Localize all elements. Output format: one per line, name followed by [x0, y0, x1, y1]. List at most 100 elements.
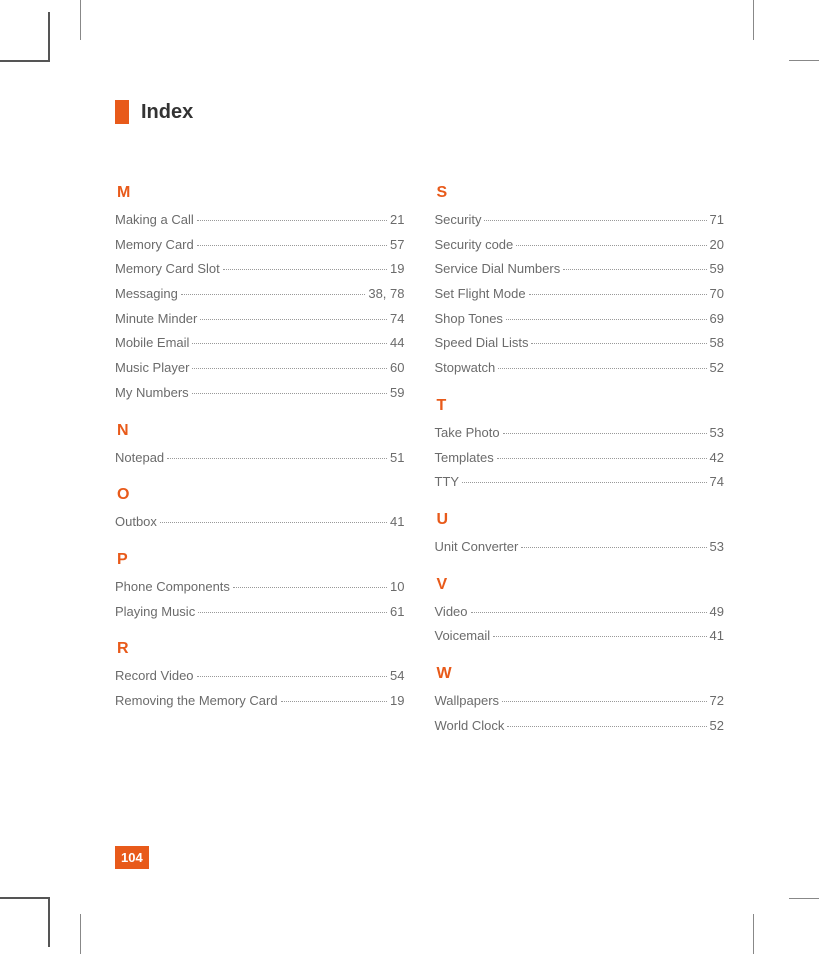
- index-entry-label: Speed Dial Lists: [435, 331, 529, 356]
- index-entry: Stopwatch52: [435, 356, 725, 381]
- index-entry-label: Minute Minder: [115, 307, 197, 332]
- leader-dots: [192, 343, 387, 344]
- index-entry-label: My Numbers: [115, 381, 189, 406]
- index-entry: Memory Card57: [115, 233, 405, 258]
- index-entry-label: World Clock: [435, 714, 505, 739]
- crop-mark: [80, 0, 81, 40]
- leader-dots: [521, 547, 706, 548]
- index-entry: World Clock52: [435, 714, 725, 739]
- index-entry-label: Security code: [435, 233, 514, 258]
- index-entry: Removing the Memory Card 19: [115, 689, 405, 714]
- index-entry-page: 59: [390, 381, 404, 406]
- page-number: 104: [115, 846, 149, 869]
- index-entry-page: 10: [390, 575, 404, 600]
- index-entry-label: Messaging: [115, 282, 178, 307]
- leader-dots: [197, 220, 387, 221]
- index-section-letter: R: [117, 640, 405, 658]
- index-entry: Music Player 60: [115, 356, 405, 381]
- index-entry-page: 19: [390, 257, 404, 282]
- index-column-left: MMaking a Call21Memory Card57Memory Card…: [115, 184, 405, 738]
- leader-dots: [192, 393, 387, 394]
- leader-dots: [462, 482, 706, 483]
- index-entry-label: Stopwatch: [435, 356, 496, 381]
- index-entry-page: 51: [390, 446, 404, 471]
- index-entry: Templates 42: [435, 446, 725, 471]
- leader-dots: [200, 319, 387, 320]
- index-entry-page: 38, 78: [368, 282, 404, 307]
- index-entry: Minute Minder 74: [115, 307, 405, 332]
- index-entry-label: Outbox: [115, 510, 157, 535]
- index-entry-label: Video: [435, 600, 468, 625]
- leader-dots: [198, 612, 387, 613]
- leader-dots: [167, 458, 387, 459]
- header-accent-block: [115, 100, 129, 124]
- leader-dots: [497, 458, 707, 459]
- index-section-letter: V: [437, 576, 725, 594]
- leader-dots: [484, 220, 706, 221]
- index-entry-label: Phone Components: [115, 575, 230, 600]
- leader-dots: [507, 726, 706, 727]
- index-entry-label: Templates: [435, 446, 494, 471]
- index-entry: TTY74: [435, 470, 725, 495]
- index-entry-page: 41: [390, 510, 404, 535]
- crop-mark: [753, 914, 754, 954]
- index-entry-label: Take Photo: [435, 421, 500, 446]
- index-entry: Speed Dial Lists58: [435, 331, 725, 356]
- index-entry: Outbox 41: [115, 510, 405, 535]
- crop-mark: [753, 0, 754, 40]
- index-entry: Playing Music61: [115, 600, 405, 625]
- index-entry-page: 69: [710, 307, 724, 332]
- index-entry: Record Video 54: [115, 664, 405, 689]
- index-entry-label: Removing the Memory Card: [115, 689, 278, 714]
- index-section-letter: M: [117, 184, 405, 202]
- index-section-letter: P: [117, 551, 405, 569]
- leader-dots: [502, 701, 706, 702]
- index-entry-page: 54: [390, 664, 404, 689]
- page-header: Index: [115, 100, 724, 124]
- leader-dots: [531, 343, 706, 344]
- index-entry-page: 53: [710, 421, 724, 446]
- index-entry-page: 57: [390, 233, 404, 258]
- index-entry-page: 61: [390, 600, 404, 625]
- index-section-letter: T: [437, 397, 725, 415]
- index-entry: Unit Converter53: [435, 535, 725, 560]
- leader-dots: [503, 433, 707, 434]
- leader-dots: [498, 368, 706, 369]
- leader-dots: [529, 294, 707, 295]
- index-section-letter: U: [437, 511, 725, 529]
- leader-dots: [192, 368, 387, 369]
- index-entry-label: Mobile Email: [115, 331, 189, 356]
- index-entry-page: 20: [710, 233, 724, 258]
- leader-dots: [160, 522, 387, 523]
- index-entry: Set Flight Mode70: [435, 282, 725, 307]
- leader-dots: [233, 587, 387, 588]
- page-content: Index MMaking a Call21Memory Card57Memor…: [115, 100, 724, 738]
- index-entry-page: 74: [390, 307, 404, 332]
- index-entry: Phone Components 10: [115, 575, 405, 600]
- leader-dots: [493, 636, 706, 637]
- index-entry-page: 42: [710, 446, 724, 471]
- index-entry-page: 60: [390, 356, 404, 381]
- index-entry-page: 41: [710, 624, 724, 649]
- index-entry: Shop Tones 69: [435, 307, 725, 332]
- index-entry-label: Shop Tones: [435, 307, 503, 332]
- index-entry-page: 19: [390, 689, 404, 714]
- index-entry-label: Record Video: [115, 664, 194, 689]
- index-entry-page: 59: [710, 257, 724, 282]
- index-section-letter: W: [437, 665, 725, 683]
- index-entry-label: Music Player: [115, 356, 189, 381]
- leader-dots: [516, 245, 706, 246]
- index-entry: Making a Call21: [115, 208, 405, 233]
- index-entry-page: 72: [710, 689, 724, 714]
- leader-dots: [281, 701, 387, 702]
- leader-dots: [197, 676, 387, 677]
- index-entry: Mobile Email44: [115, 331, 405, 356]
- index-entry: Take Photo 53: [435, 421, 725, 446]
- index-column-right: SSecurity71Security code20Service Dial N…: [435, 184, 725, 738]
- index-columns: MMaking a Call21Memory Card57Memory Card…: [115, 184, 724, 738]
- index-entry: Video49: [435, 600, 725, 625]
- index-entry-page: 21: [390, 208, 404, 233]
- crop-mark: [0, 60, 50, 62]
- leader-dots: [563, 269, 706, 270]
- leader-dots: [197, 245, 387, 246]
